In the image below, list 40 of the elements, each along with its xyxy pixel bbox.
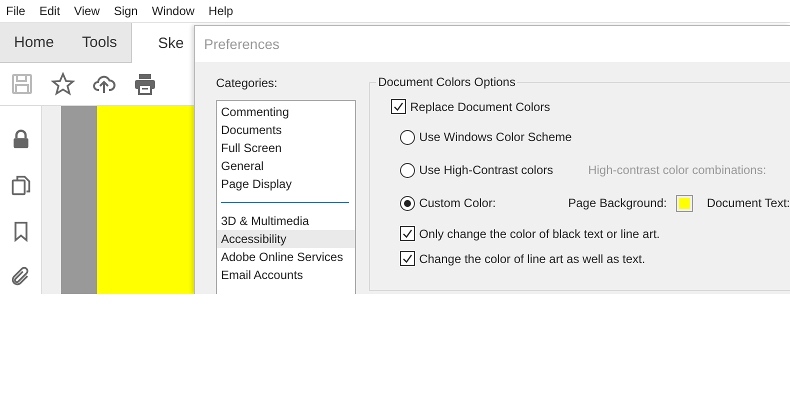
tab[interactable]: Tools [68,23,132,63]
radio-button[interactable] [400,196,416,210]
radio-label: Use High-Contrast colors [419,163,554,177]
star-icon[interactable] [51,72,75,96]
checkbox-label: Replace Document Colors [410,100,550,114]
radio-button[interactable] [400,162,416,178]
page-background-label: Page Background: [568,196,667,210]
tab[interactable]: Home [0,23,68,63]
checkbox[interactable] [400,226,416,241]
category-item[interactable]: Page Display [217,175,356,193]
menu-item[interactable]: Edit [39,4,60,18]
checkbox[interactable] [391,99,406,114]
print-icon[interactable] [133,72,157,96]
category-item[interactable]: Documents [217,121,356,139]
menu-item[interactable]: Sign [114,4,138,18]
radio-label: Use Windows Color Scheme [419,130,572,144]
radio-button[interactable] [400,130,416,144]
checkbox[interactable] [400,251,416,266]
dialog-title: Preferences [204,36,280,52]
checkbox-label: Change the color of line art as well as text. [419,252,646,266]
category-item[interactable]: 3D & Multimedia [217,212,356,230]
color-swatch[interactable] [676,194,693,212]
menu-item[interactable]: View [74,4,100,18]
category-item[interactable]: Email Accounts [217,266,356,284]
radio-label: Custom Color: [419,196,496,210]
category-item[interactable]: General [217,157,356,175]
menu-item[interactable]: Help [208,4,234,18]
hint-label: High-contrast color combinations: [588,163,766,177]
copy-icon[interactable] [10,174,32,196]
category-item[interactable]: Commenting [217,103,356,121]
checkbox-label: Only change the color of black text or line art. [419,226,660,240]
menu-item[interactable]: File [6,4,26,18]
category-item[interactable]: Accessibility [217,230,356,248]
category-item[interactable]: Full Screen [217,139,356,157]
categories-label: Categories: [216,76,278,90]
category-item[interactable]: Adobe Online Services [217,248,356,266]
group-title: Document Colors Options [376,75,518,89]
menu-item[interactable]: Window [152,4,195,18]
paperclip-icon[interactable] [10,266,32,288]
document-text-label: Document Text: [706,196,790,210]
